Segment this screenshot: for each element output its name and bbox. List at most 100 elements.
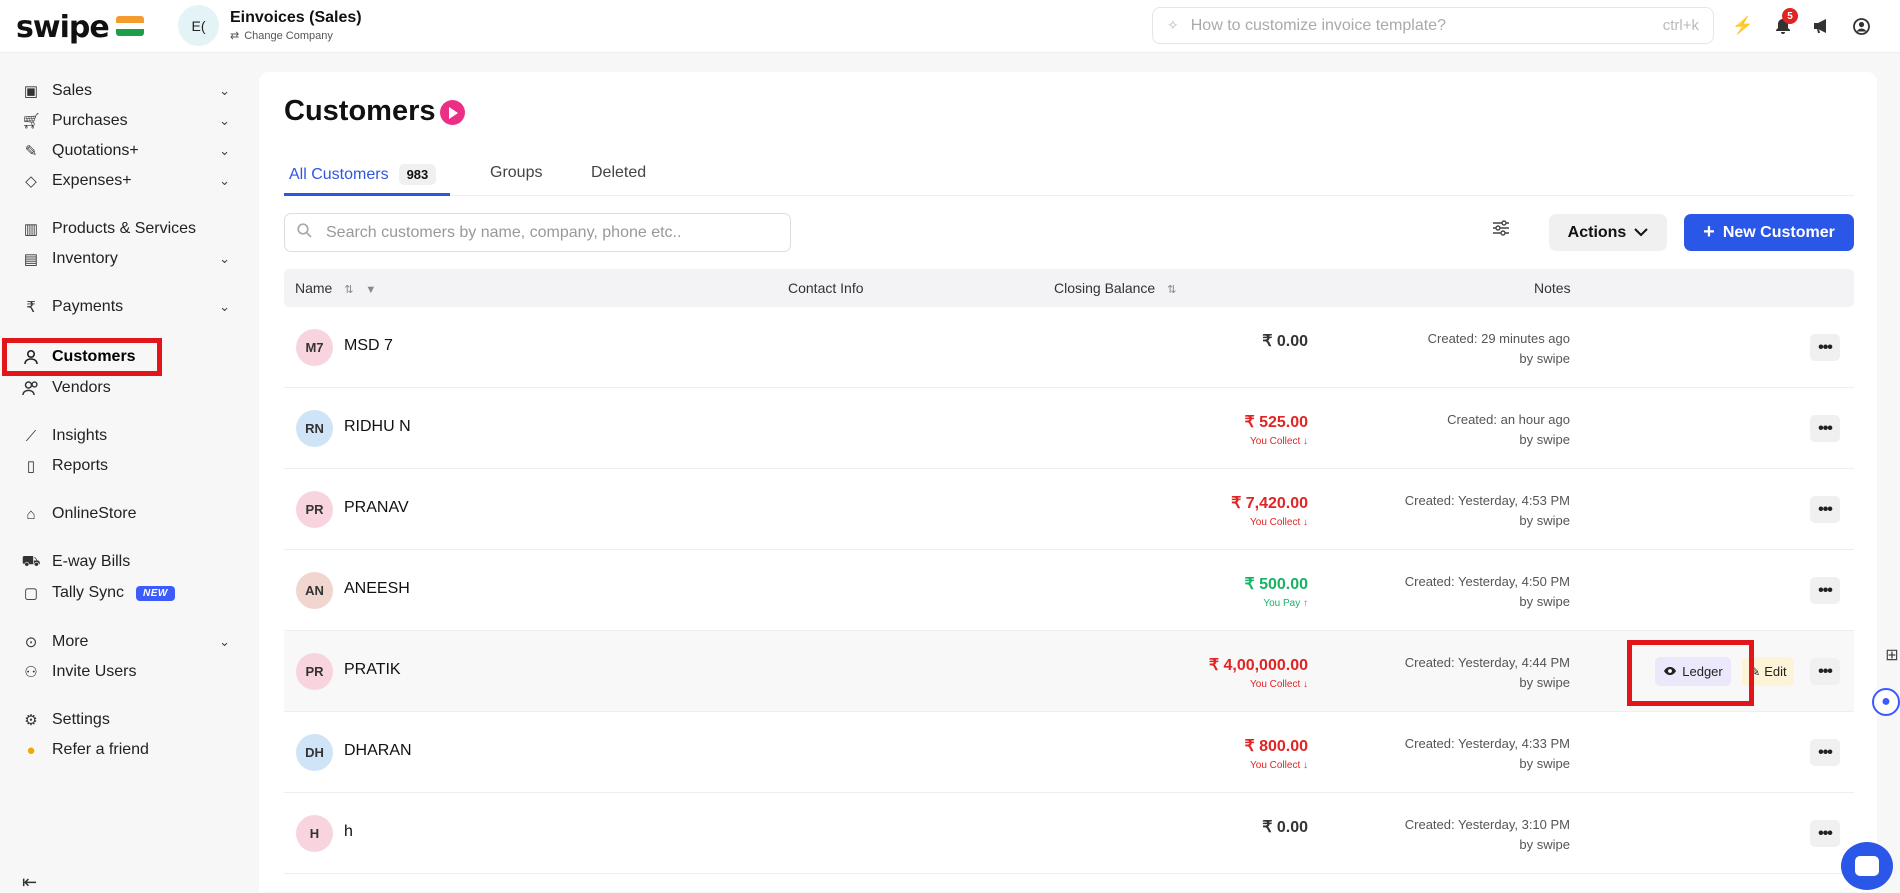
created-by-note: by swipe — [1519, 675, 1570, 690]
customer-search-input[interactable]: Search customers by name, company, phone… — [284, 213, 791, 252]
barcode-icon: ▥ — [23, 221, 39, 238]
store-icon: ⌂ — [26, 505, 36, 523]
more-options-button[interactable]: ••• — [1810, 820, 1840, 847]
profile-icon[interactable] — [1850, 14, 1872, 38]
table-row[interactable]: H h ₹ 0.00 Created: Yesterday, 3:10 PM b… — [284, 793, 1854, 874]
table-row[interactable]: DH DHARAN ₹ 800.00 You Collect ↓ Created… — [284, 712, 1854, 793]
customer-name[interactable]: PRANAV — [344, 499, 409, 517]
chevron-down-icon: ⌄ — [219, 143, 230, 158]
more-options-button[interactable]: ••• — [1810, 658, 1840, 685]
more-options-button[interactable]: ••• — [1810, 739, 1840, 766]
play-video-icon[interactable] — [440, 100, 465, 125]
customer-name[interactable]: ANEESH — [344, 580, 410, 598]
sort-icon[interactable]: ⇅ — [344, 284, 353, 296]
table-row[interactable]: PR PRANAV ₹ 7,420.00 You Collect ↓ Creat… — [284, 469, 1854, 550]
users-icon — [20, 380, 42, 396]
collapse-sidebar-icon[interactable]: ⇤ — [22, 872, 37, 893]
sidebar-item-purchases[interactable]: 🛒︎ Purchases ⌄ — [20, 108, 230, 134]
sidebar-item-more[interactable]: ⊙ More ⌄ — [20, 629, 230, 655]
chat-icon — [1855, 856, 1879, 876]
customer-name[interactable]: RIDHU N — [344, 418, 411, 436]
sidebar-item-label: Refer a friend — [52, 741, 149, 758]
pencil-icon: ✎ — [24, 143, 38, 160]
sidebar-item-settings[interactable]: ⚙ Settings — [20, 707, 230, 733]
sidebar-item-label: Reports — [52, 457, 109, 474]
column-header-notes: Notes — [1534, 280, 1571, 296]
lightning-icon[interactable]: ⚡ — [1732, 14, 1754, 38]
more-options-button[interactable]: ••• — [1810, 415, 1840, 442]
row-notes: Created: Yesterday, 3:10 PM by swipe — [1405, 815, 1570, 855]
chat-support-button[interactable] — [1841, 842, 1893, 890]
sidebar-item-eway-bills[interactable]: ⛟ E-way Bills — [20, 549, 230, 575]
created-by-note: by swipe — [1519, 756, 1570, 771]
sidebar-item-label: Sales — [52, 82, 93, 99]
sidebar-item-insights[interactable]: ⟋ Insights — [20, 423, 230, 449]
customer-name[interactable]: PRATIK — [344, 661, 401, 679]
balance-value: ₹ 800.00 — [1244, 738, 1308, 755]
more-options-button[interactable]: ••• — [1810, 334, 1840, 361]
sidebar-item-label: Payments — [52, 298, 124, 315]
sidebar-item-inventory[interactable]: ▤ Inventory ⌄ — [20, 246, 230, 272]
company-avatar[interactable]: E( — [178, 5, 219, 46]
sidebar-item-vendors[interactable]: Vendors — [20, 375, 230, 401]
row-notes: Created: Yesterday, 4:50 PM by swipe — [1405, 572, 1570, 612]
sidebar-item-quotations[interactable]: ✎ Quotations+ ⌄ — [20, 138, 230, 164]
customer-name[interactable]: h — [344, 823, 353, 841]
created-note: Created: Yesterday, 4:44 PM — [1404, 655, 1570, 670]
collect-status: You Collect ↓ — [1250, 517, 1308, 528]
change-company-link[interactable]: ⇄ Change Company — [230, 29, 333, 43]
tab-deleted[interactable]: Deleted — [591, 164, 646, 182]
created-note: Created: Yesterday, 4:50 PM — [1404, 574, 1570, 589]
company-name[interactable]: Einvoices (Sales) — [230, 9, 362, 27]
bell-icon[interactable]: 5 — [1772, 8, 1798, 38]
sliders-icon[interactable] — [1492, 220, 1510, 241]
customer-name[interactable]: MSD 7 — [344, 337, 393, 355]
sidebar-item-onlinestore[interactable]: ⌂ OnlineStore — [20, 501, 230, 527]
customer-name[interactable]: DHARAN — [344, 742, 412, 760]
table-row[interactable]: RN RIDHU N ₹ 525.00 You Collect ↓ Create… — [284, 388, 1854, 469]
actions-button[interactable]: Actions — [1549, 214, 1667, 251]
filter-funnel-icon[interactable]: ▼ — [365, 284, 376, 296]
sidebar-item-reports[interactable]: ▯ Reports — [20, 453, 230, 479]
apps-grid-icon[interactable]: ⊞ — [1877, 640, 1900, 670]
tab-all-customers[interactable]: All Customers 983 — [289, 164, 437, 185]
tag-icon: ◇ — [25, 173, 37, 190]
swipe-logo[interactable]: swipe — [16, 10, 110, 45]
megaphone-icon[interactable] — [1810, 14, 1832, 38]
balance-value: ₹ 500.00 — [1244, 576, 1308, 593]
sidebar-item-tally-sync[interactable]: ▢ Tally Sync NEW — [20, 580, 230, 606]
table-row[interactable]: AN ANEESH ₹ 500.00 You Pay ↑ Created: Ye… — [284, 550, 1854, 631]
created-note: Created: Yesterday, 3:10 PM — [1404, 817, 1570, 832]
chevron-down-icon: ⌄ — [219, 634, 230, 649]
sidebar-item-products-services[interactable]: ▥ Products & Services — [20, 216, 230, 242]
sidebar-item-expenses[interactable]: ◇ Expenses+ ⌄ — [20, 168, 230, 194]
balance-value: ₹ 7,420.00 — [1231, 495, 1308, 512]
new-customer-button[interactable]: + New Customer — [1684, 214, 1854, 251]
sidebar-item-invite-users[interactable]: ⚇ Invite Users — [20, 659, 230, 685]
more-options-button[interactable]: ••• — [1810, 577, 1840, 604]
row-notes: Created: Yesterday, 4:53 PM by swipe — [1405, 491, 1570, 531]
sidebar-item-refer-friend[interactable]: ● Refer a friend — [20, 737, 230, 763]
sidebar-item-label: Tally Sync — [52, 584, 125, 601]
notification-badge: 5 — [1782, 8, 1798, 24]
sidebar-item-label: Inventory — [52, 250, 118, 267]
sidebar-item-payments[interactable]: ₹ Payments ⌄ — [20, 294, 230, 320]
new-customer-label: New Customer — [1722, 223, 1835, 241]
balance-value: ₹ 0.00 — [1262, 819, 1308, 836]
table-row[interactable]: M7 MSD 7 ₹ 0.00 Created: 29 minutes ago … — [284, 307, 1854, 388]
india-flag-icon — [116, 16, 144, 36]
chevron-down-icon — [1634, 224, 1649, 242]
column-header-name[interactable]: Name ⇅ ▼ — [295, 280, 376, 296]
column-label: Closing Balance — [1054, 280, 1156, 296]
global-search-input[interactable]: ✧ How to customize invoice template? ctr… — [1152, 7, 1714, 44]
customer-count-badge: 983 — [398, 164, 437, 185]
closing-balance: ₹ 500.00 You Pay ↑ — [1244, 574, 1308, 609]
sort-icon[interactable]: ⇅ — [1167, 284, 1176, 296]
column-header-balance[interactable]: Closing Balance ⇅ — [1054, 280, 1176, 296]
table-row[interactable]: PR PRATIK ₹ 4,00,000.00 You Collect ↓ Cr… — [284, 631, 1854, 712]
assistant-icon[interactable]: ● — [1872, 688, 1900, 716]
tab-groups[interactable]: Groups — [490, 164, 542, 182]
sidebar-item-sales[interactable]: ▣ Sales ⌄ — [20, 78, 230, 104]
cash-icon: ▣ — [23, 83, 39, 100]
more-options-button[interactable]: ••• — [1810, 496, 1840, 523]
